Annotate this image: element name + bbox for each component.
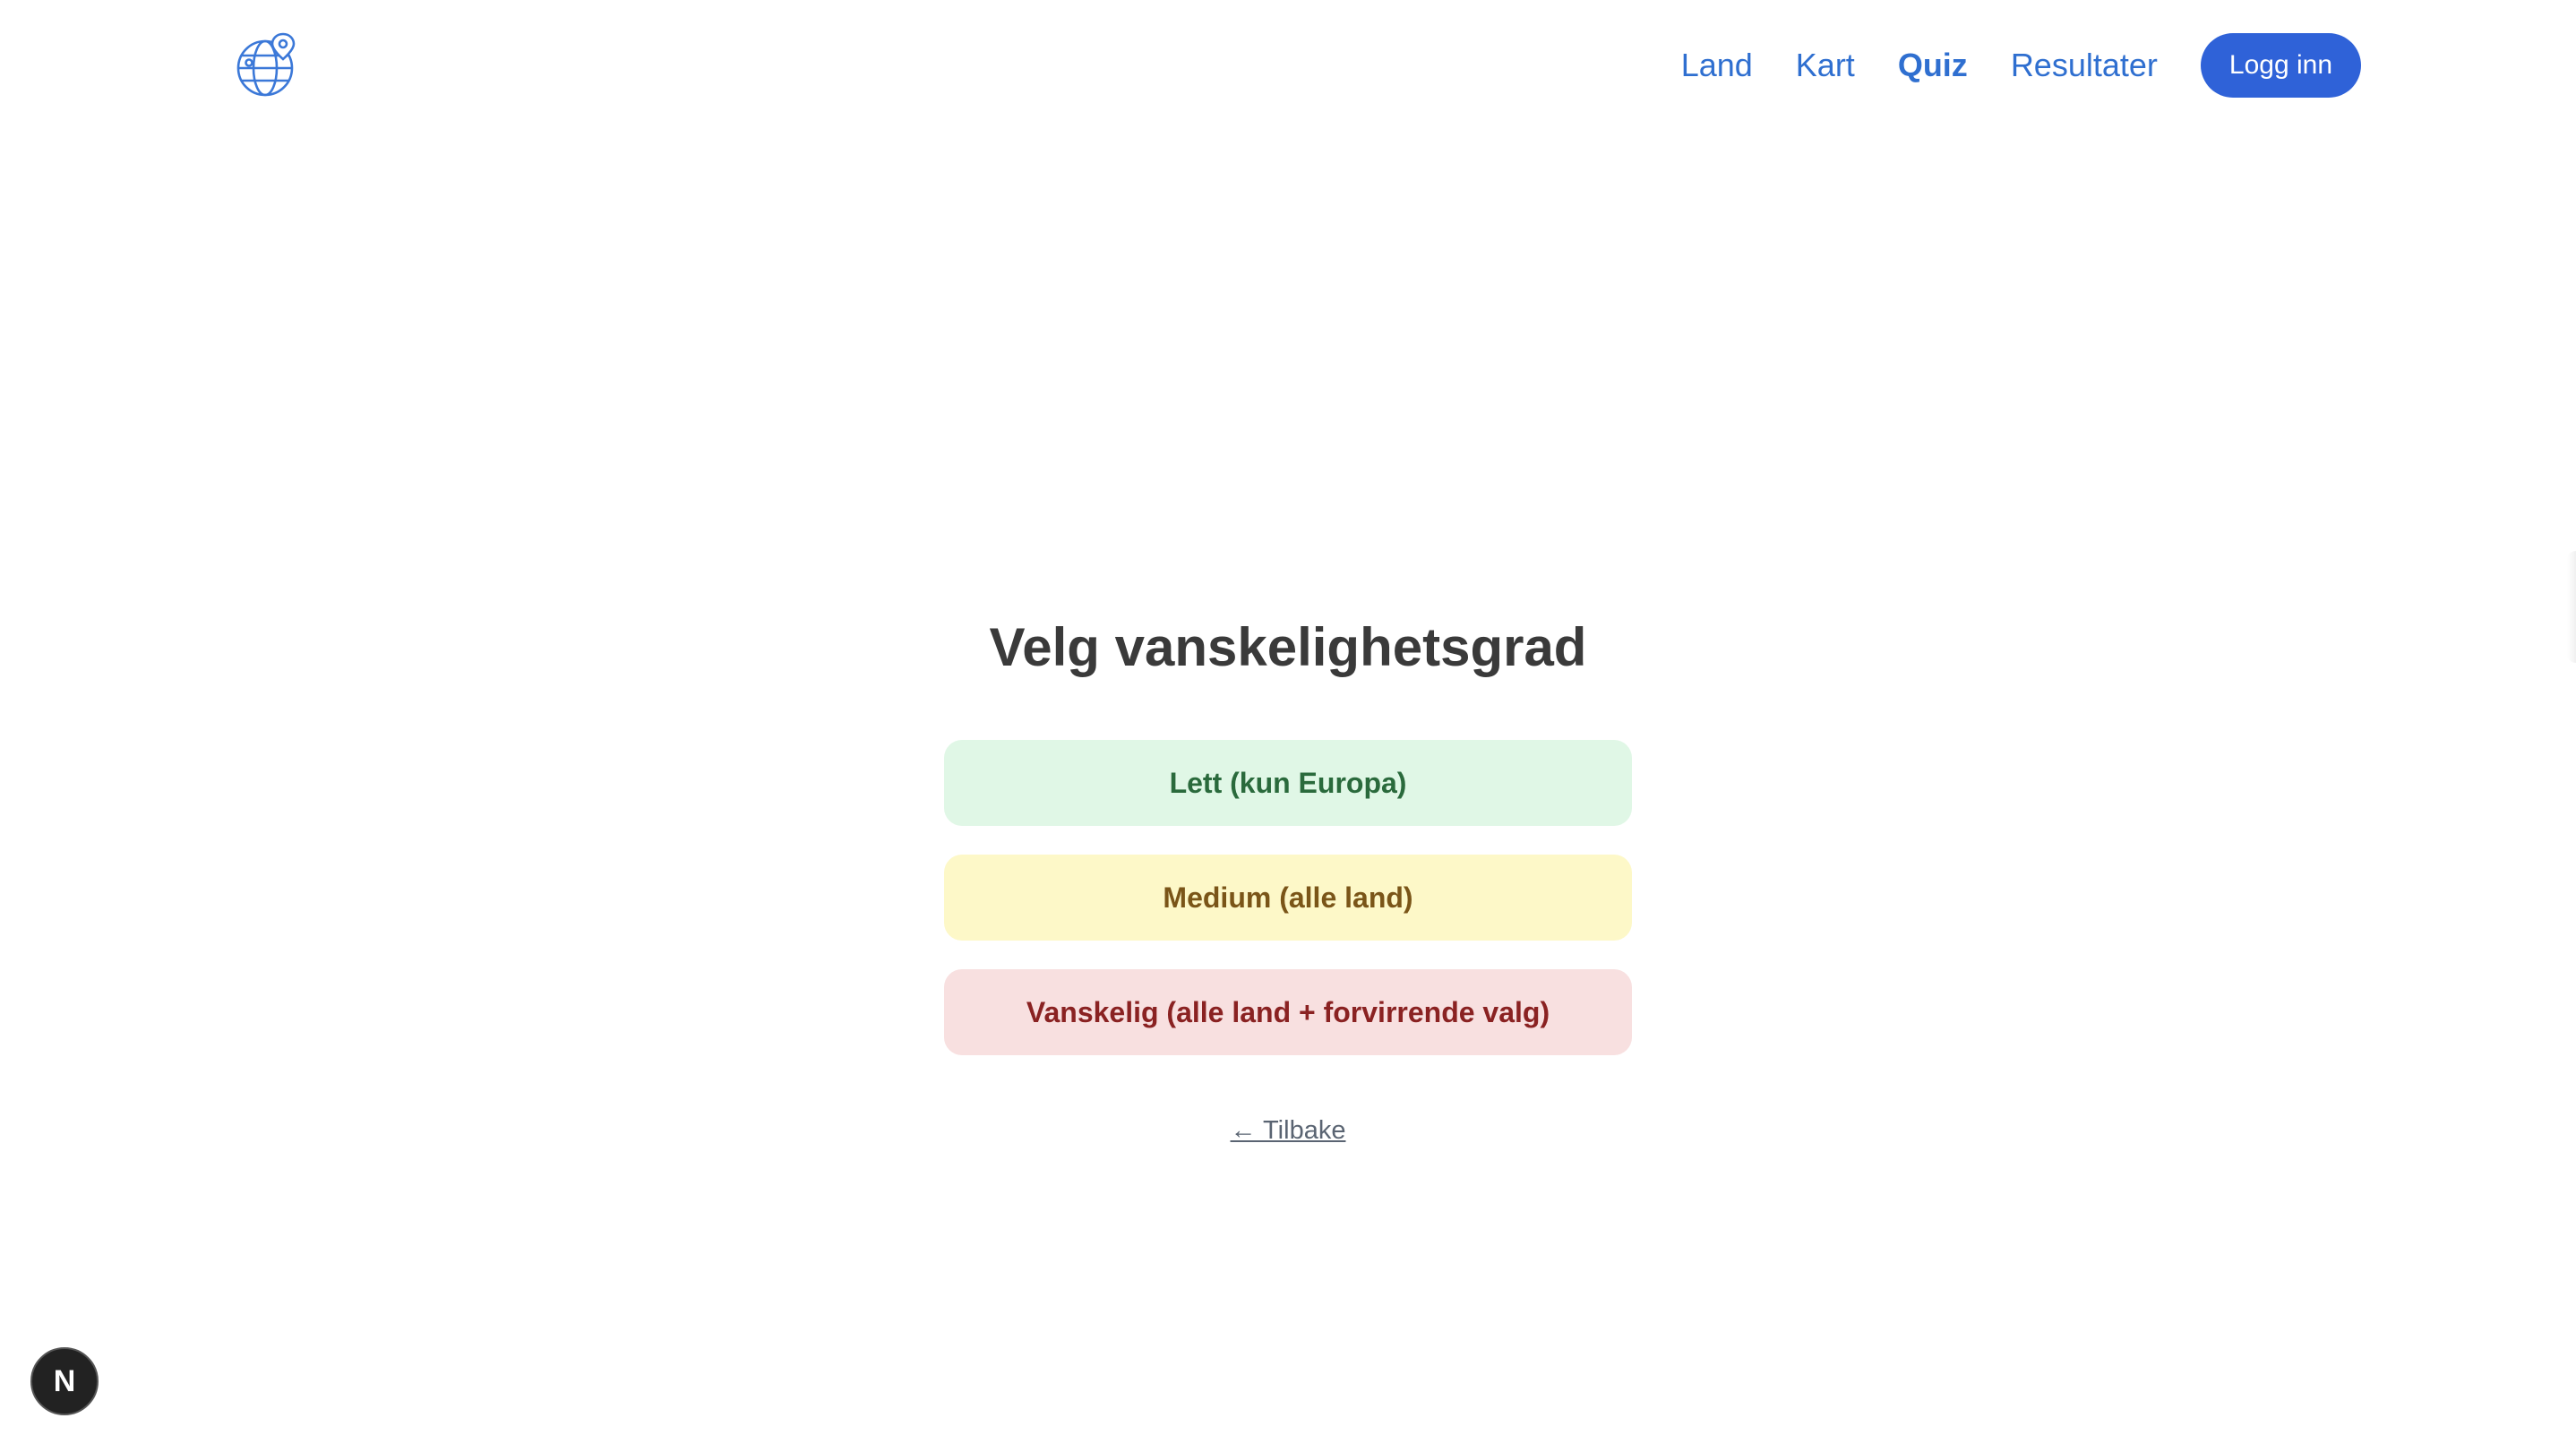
nav-link-quiz[interactable]: Quiz [1898, 47, 1968, 84]
nav-link-kart[interactable]: Kart [1796, 47, 1855, 84]
main-nav: Land Kart Quiz Resultater Logg inn [1681, 33, 2361, 98]
difficulty-medium-button[interactable]: Medium (alle land) [944, 855, 1632, 941]
nav-link-land[interactable]: Land [1681, 47, 1753, 84]
difficulty-easy-button[interactable]: Lett (kun Europa) [944, 740, 1632, 826]
page-title: Velg vanskelighetsgrad [989, 617, 1587, 677]
page: Land Kart Quiz Resultater Logg inn Velg … [0, 0, 2576, 1444]
difficulty-selector: Velg vanskelighetsgrad Lett (kun Europa)… [0, 600, 2576, 1146]
globe-pin-icon[interactable] [235, 30, 303, 99]
edge-panel-tab [2567, 551, 2576, 663]
dev-badge-letter: N [53, 1363, 76, 1398]
nav-link-resultater[interactable]: Resultater [2011, 47, 2158, 84]
back-link[interactable]: ← Tilbake [1231, 1116, 1346, 1146]
nextjs-dev-badge[interactable]: N [30, 1347, 99, 1415]
login-button[interactable]: Logg inn [2200, 33, 2361, 98]
difficulty-hard-button[interactable]: Vanskelig (alle land + forvirrende valg) [944, 969, 1632, 1055]
site-header: Land Kart Quiz Resultater Logg inn [0, 0, 2576, 133]
